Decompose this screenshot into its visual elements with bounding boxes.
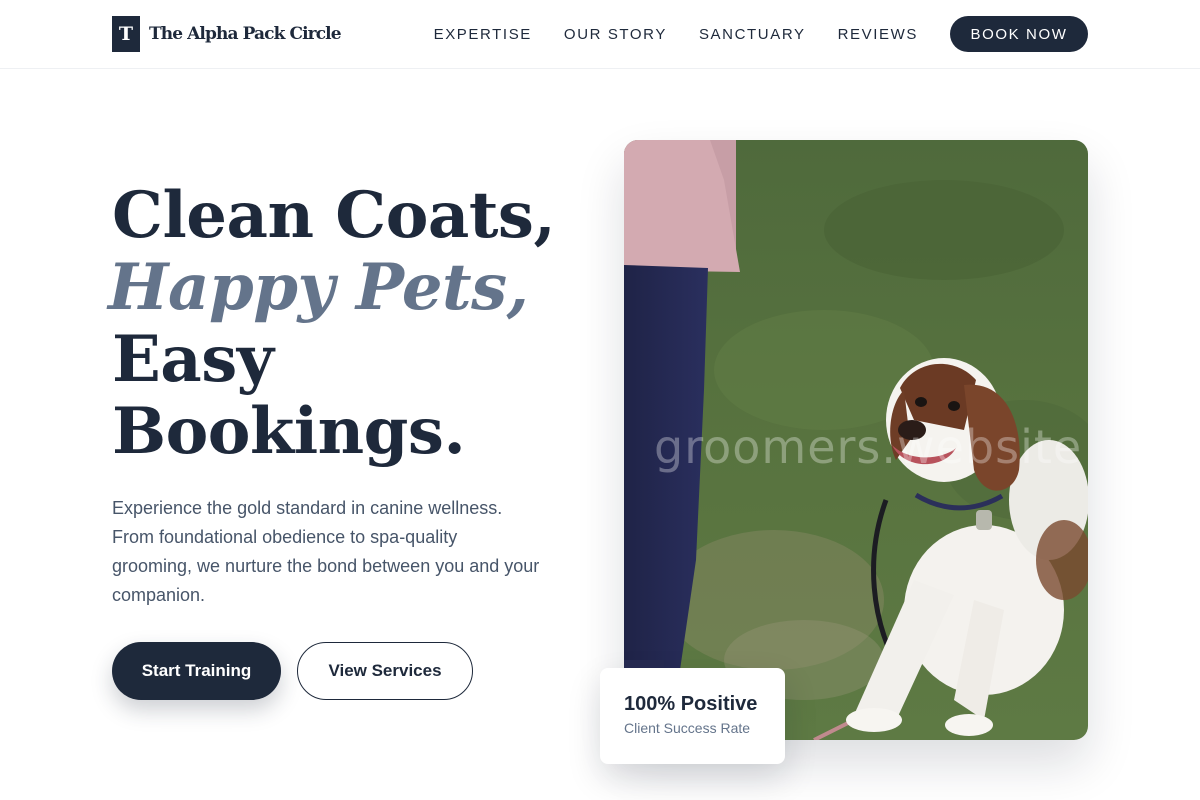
brand-logo[interactable]: T The Alpha Pack Circle [112, 16, 342, 52]
nav-link-sanctuary[interactable]: SANCTUARY [699, 26, 806, 43]
main-nav: EXPERTISE OUR STORY SANCTUARY REVIEWS BO… [434, 16, 1088, 52]
photo-watermark: groomers.website [654, 420, 1083, 474]
hero-title-line-1: Clean Coats, [112, 178, 556, 253]
hero-title-line-3: Easy [112, 322, 274, 397]
hero-description: Experience the gold standard in canine w… [112, 498, 540, 605]
book-now-button[interactable]: BOOK NOW [950, 16, 1088, 52]
hero-title: Clean Coats, Happy Pets, Easy Bookings. [108, 178, 556, 469]
stat-value: 100% Positive [624, 693, 758, 715]
view-services-button[interactable]: View Services [297, 642, 473, 700]
logo-mark-icon: T [112, 16, 140, 52]
hero-title-line-4: Bookings. [112, 394, 466, 469]
stat-label: Client Success Rate [624, 720, 751, 736]
nav-link-reviews[interactable]: REVIEWS [838, 26, 918, 43]
nav-link-expertise[interactable]: EXPERTISE [434, 26, 532, 43]
hero-title-line-2: Happy Pets, [108, 250, 529, 325]
nav-link-our-story[interactable]: OUR STORY [564, 26, 667, 43]
site-header: T The Alpha Pack Circle EXPERTISE OUR ST… [0, 0, 1200, 69]
stat-card: 100% Positive Client Success Rate [600, 668, 785, 764]
start-training-button[interactable]: Start Training [112, 642, 281, 700]
hero-photo: groomers.website [624, 140, 1088, 740]
brand-name: The Alpha Pack Circle [149, 24, 342, 44]
